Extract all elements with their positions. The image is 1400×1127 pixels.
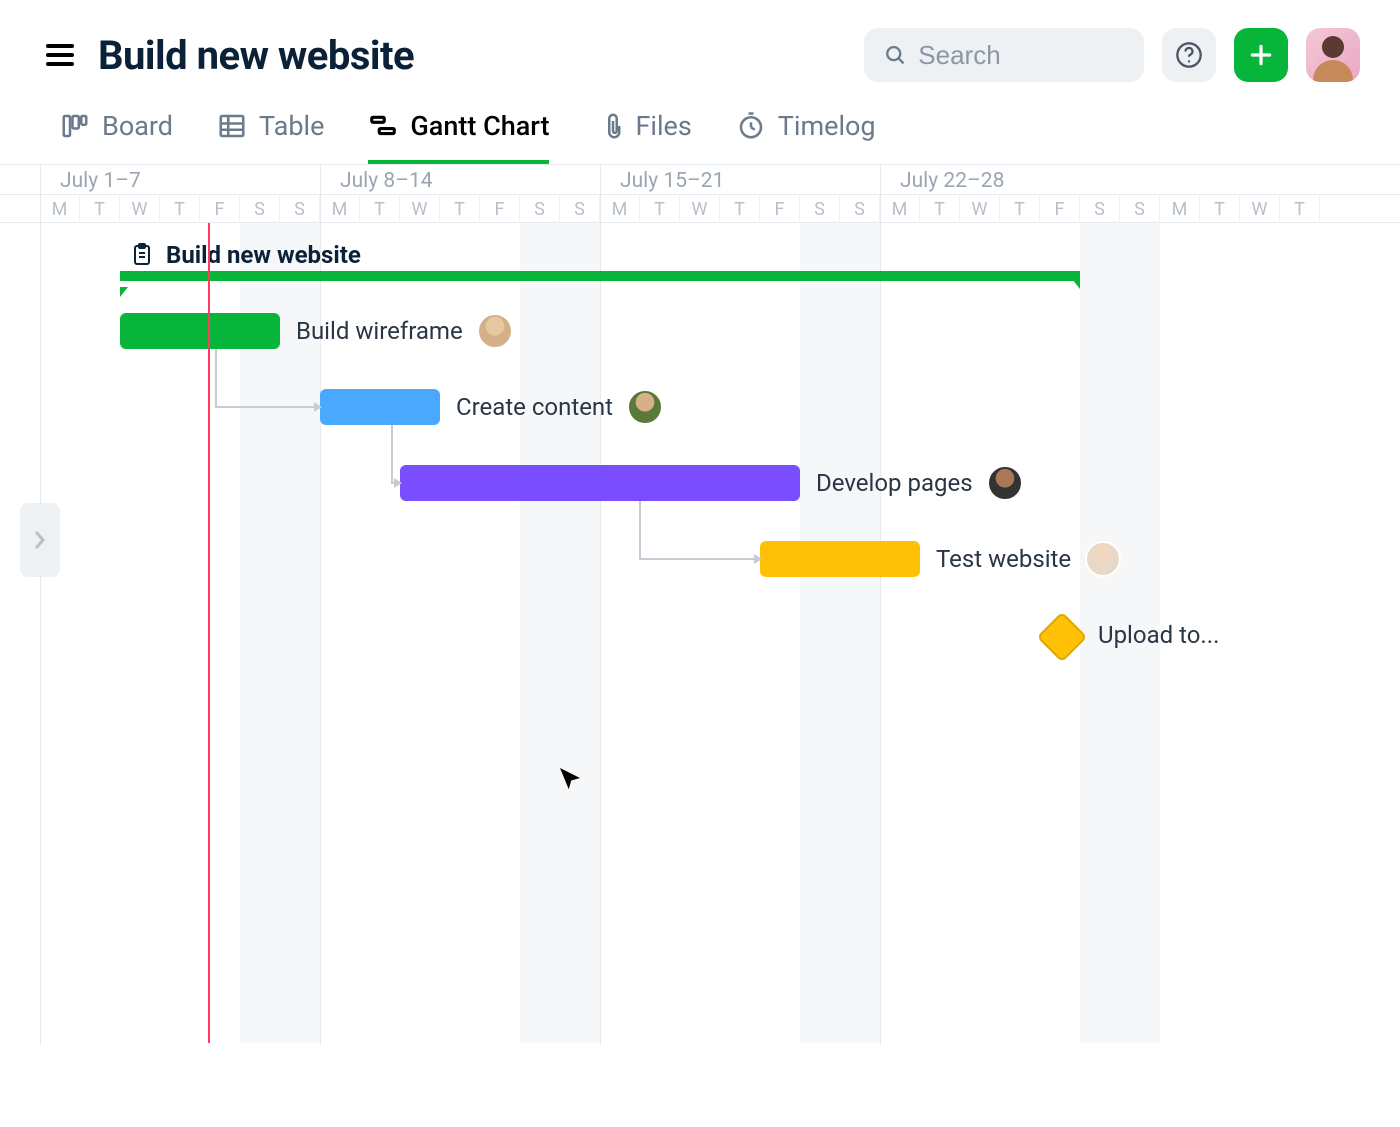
help-icon bbox=[1175, 41, 1203, 69]
day-header: T bbox=[920, 195, 960, 223]
task-label-group: Develop pages bbox=[816, 465, 1023, 501]
board-icon bbox=[60, 111, 90, 141]
day-header: T bbox=[160, 195, 200, 223]
tab-files-label: Files bbox=[635, 110, 691, 142]
day-header: F bbox=[200, 195, 240, 223]
task-label: Develop pages bbox=[816, 469, 973, 497]
menu-button[interactable] bbox=[40, 35, 80, 75]
files-icon bbox=[593, 111, 623, 141]
day-header: M bbox=[320, 195, 360, 223]
day-header: T bbox=[720, 195, 760, 223]
day-header: S bbox=[240, 195, 280, 223]
day-header: S bbox=[1080, 195, 1120, 223]
week-label: July 15–21 bbox=[620, 169, 724, 193]
day-header: W bbox=[400, 195, 440, 223]
day-header: T bbox=[80, 195, 120, 223]
dependency-arrow bbox=[0, 223, 1400, 1127]
view-tabs: Board Table Gantt Chart Files Timelog bbox=[0, 92, 1400, 165]
day-header: S bbox=[560, 195, 600, 223]
tab-gantt-label: Gantt Chart bbox=[410, 110, 549, 142]
assignee-avatar[interactable] bbox=[477, 313, 513, 349]
task-label-group: Create content bbox=[456, 389, 663, 425]
day-header: F bbox=[760, 195, 800, 223]
tab-table[interactable]: Table bbox=[217, 110, 324, 164]
day-header: M bbox=[40, 195, 80, 223]
parent-task-row[interactable]: Build new website bbox=[130, 235, 1400, 275]
day-header: T bbox=[360, 195, 400, 223]
day-header: W bbox=[1240, 195, 1280, 223]
user-avatar[interactable] bbox=[1306, 28, 1360, 82]
table-icon bbox=[217, 111, 247, 141]
search-box[interactable] bbox=[864, 28, 1144, 82]
dependency-arrow bbox=[0, 223, 1400, 1127]
assignee-avatar[interactable] bbox=[1085, 541, 1121, 577]
week-label: July 22–28 bbox=[900, 169, 1004, 193]
tab-table-label: Table bbox=[259, 110, 324, 142]
day-header: T bbox=[1280, 195, 1320, 223]
day-header: S bbox=[840, 195, 880, 223]
add-button[interactable] bbox=[1234, 28, 1288, 82]
day-header: S bbox=[280, 195, 320, 223]
day-header: S bbox=[800, 195, 840, 223]
day-header: M bbox=[600, 195, 640, 223]
page-title: Build new website bbox=[98, 32, 414, 79]
task-label-group: Build wireframe bbox=[296, 313, 513, 349]
assignee-avatar[interactable] bbox=[987, 465, 1023, 501]
day-header: T bbox=[1000, 195, 1040, 223]
day-header: W bbox=[680, 195, 720, 223]
assignee-avatar[interactable] bbox=[627, 389, 663, 425]
parent-task-bar[interactable] bbox=[120, 271, 1080, 281]
day-header: S bbox=[520, 195, 560, 223]
week-label: July 1–7 bbox=[60, 169, 141, 193]
clipboard-icon bbox=[130, 243, 154, 267]
parent-task-label: Build new website bbox=[166, 241, 361, 269]
task-bar[interactable] bbox=[120, 313, 280, 349]
tab-board-label: Board bbox=[102, 110, 173, 142]
day-header: F bbox=[1040, 195, 1080, 223]
today-indicator bbox=[208, 223, 210, 1043]
cursor-pointer-icon bbox=[555, 763, 585, 797]
weekend-column bbox=[560, 223, 600, 1043]
tab-gantt[interactable]: Gantt Chart bbox=[368, 110, 549, 164]
day-header: T bbox=[640, 195, 680, 223]
tab-timelog-label: Timelog bbox=[778, 110, 876, 142]
week-label: July 8–14 bbox=[340, 169, 433, 193]
day-header: W bbox=[120, 195, 160, 223]
day-header: M bbox=[1160, 195, 1200, 223]
day-header: S bbox=[1120, 195, 1160, 223]
task-bar[interactable] bbox=[320, 389, 440, 425]
tab-files[interactable]: Files bbox=[593, 110, 691, 164]
chevron-right-icon bbox=[32, 530, 48, 550]
milestone-label: Upload to... bbox=[1098, 621, 1219, 649]
task-label: Build wireframe bbox=[296, 317, 463, 345]
task-label: Test website bbox=[936, 545, 1071, 573]
timelog-icon bbox=[736, 111, 766, 141]
search-icon bbox=[884, 42, 906, 68]
gantt-icon bbox=[368, 111, 398, 141]
task-label: Create content bbox=[456, 393, 613, 421]
day-header: T bbox=[1200, 195, 1240, 223]
weekend-column bbox=[520, 223, 560, 1043]
tab-board[interactable]: Board bbox=[60, 110, 173, 164]
task-bar[interactable] bbox=[760, 541, 920, 577]
weekend-column bbox=[800, 223, 840, 1043]
gantt-timeline: July 1–7July 8–14July 15–21July 22–28 MT… bbox=[0, 165, 1400, 1043]
tab-timelog[interactable]: Timelog bbox=[736, 110, 876, 164]
day-header: W bbox=[960, 195, 1000, 223]
help-button[interactable] bbox=[1162, 28, 1216, 82]
task-label-group: Test website bbox=[936, 541, 1121, 577]
day-header: F bbox=[480, 195, 520, 223]
search-input[interactable] bbox=[918, 40, 1124, 71]
dependency-arrow bbox=[0, 223, 1400, 1127]
plus-icon bbox=[1248, 42, 1274, 68]
task-bar[interactable] bbox=[400, 465, 800, 501]
day-header: T bbox=[440, 195, 480, 223]
day-header: M bbox=[880, 195, 920, 223]
expand-sidebar-handle[interactable] bbox=[20, 503, 60, 577]
weekend-column bbox=[840, 223, 880, 1043]
